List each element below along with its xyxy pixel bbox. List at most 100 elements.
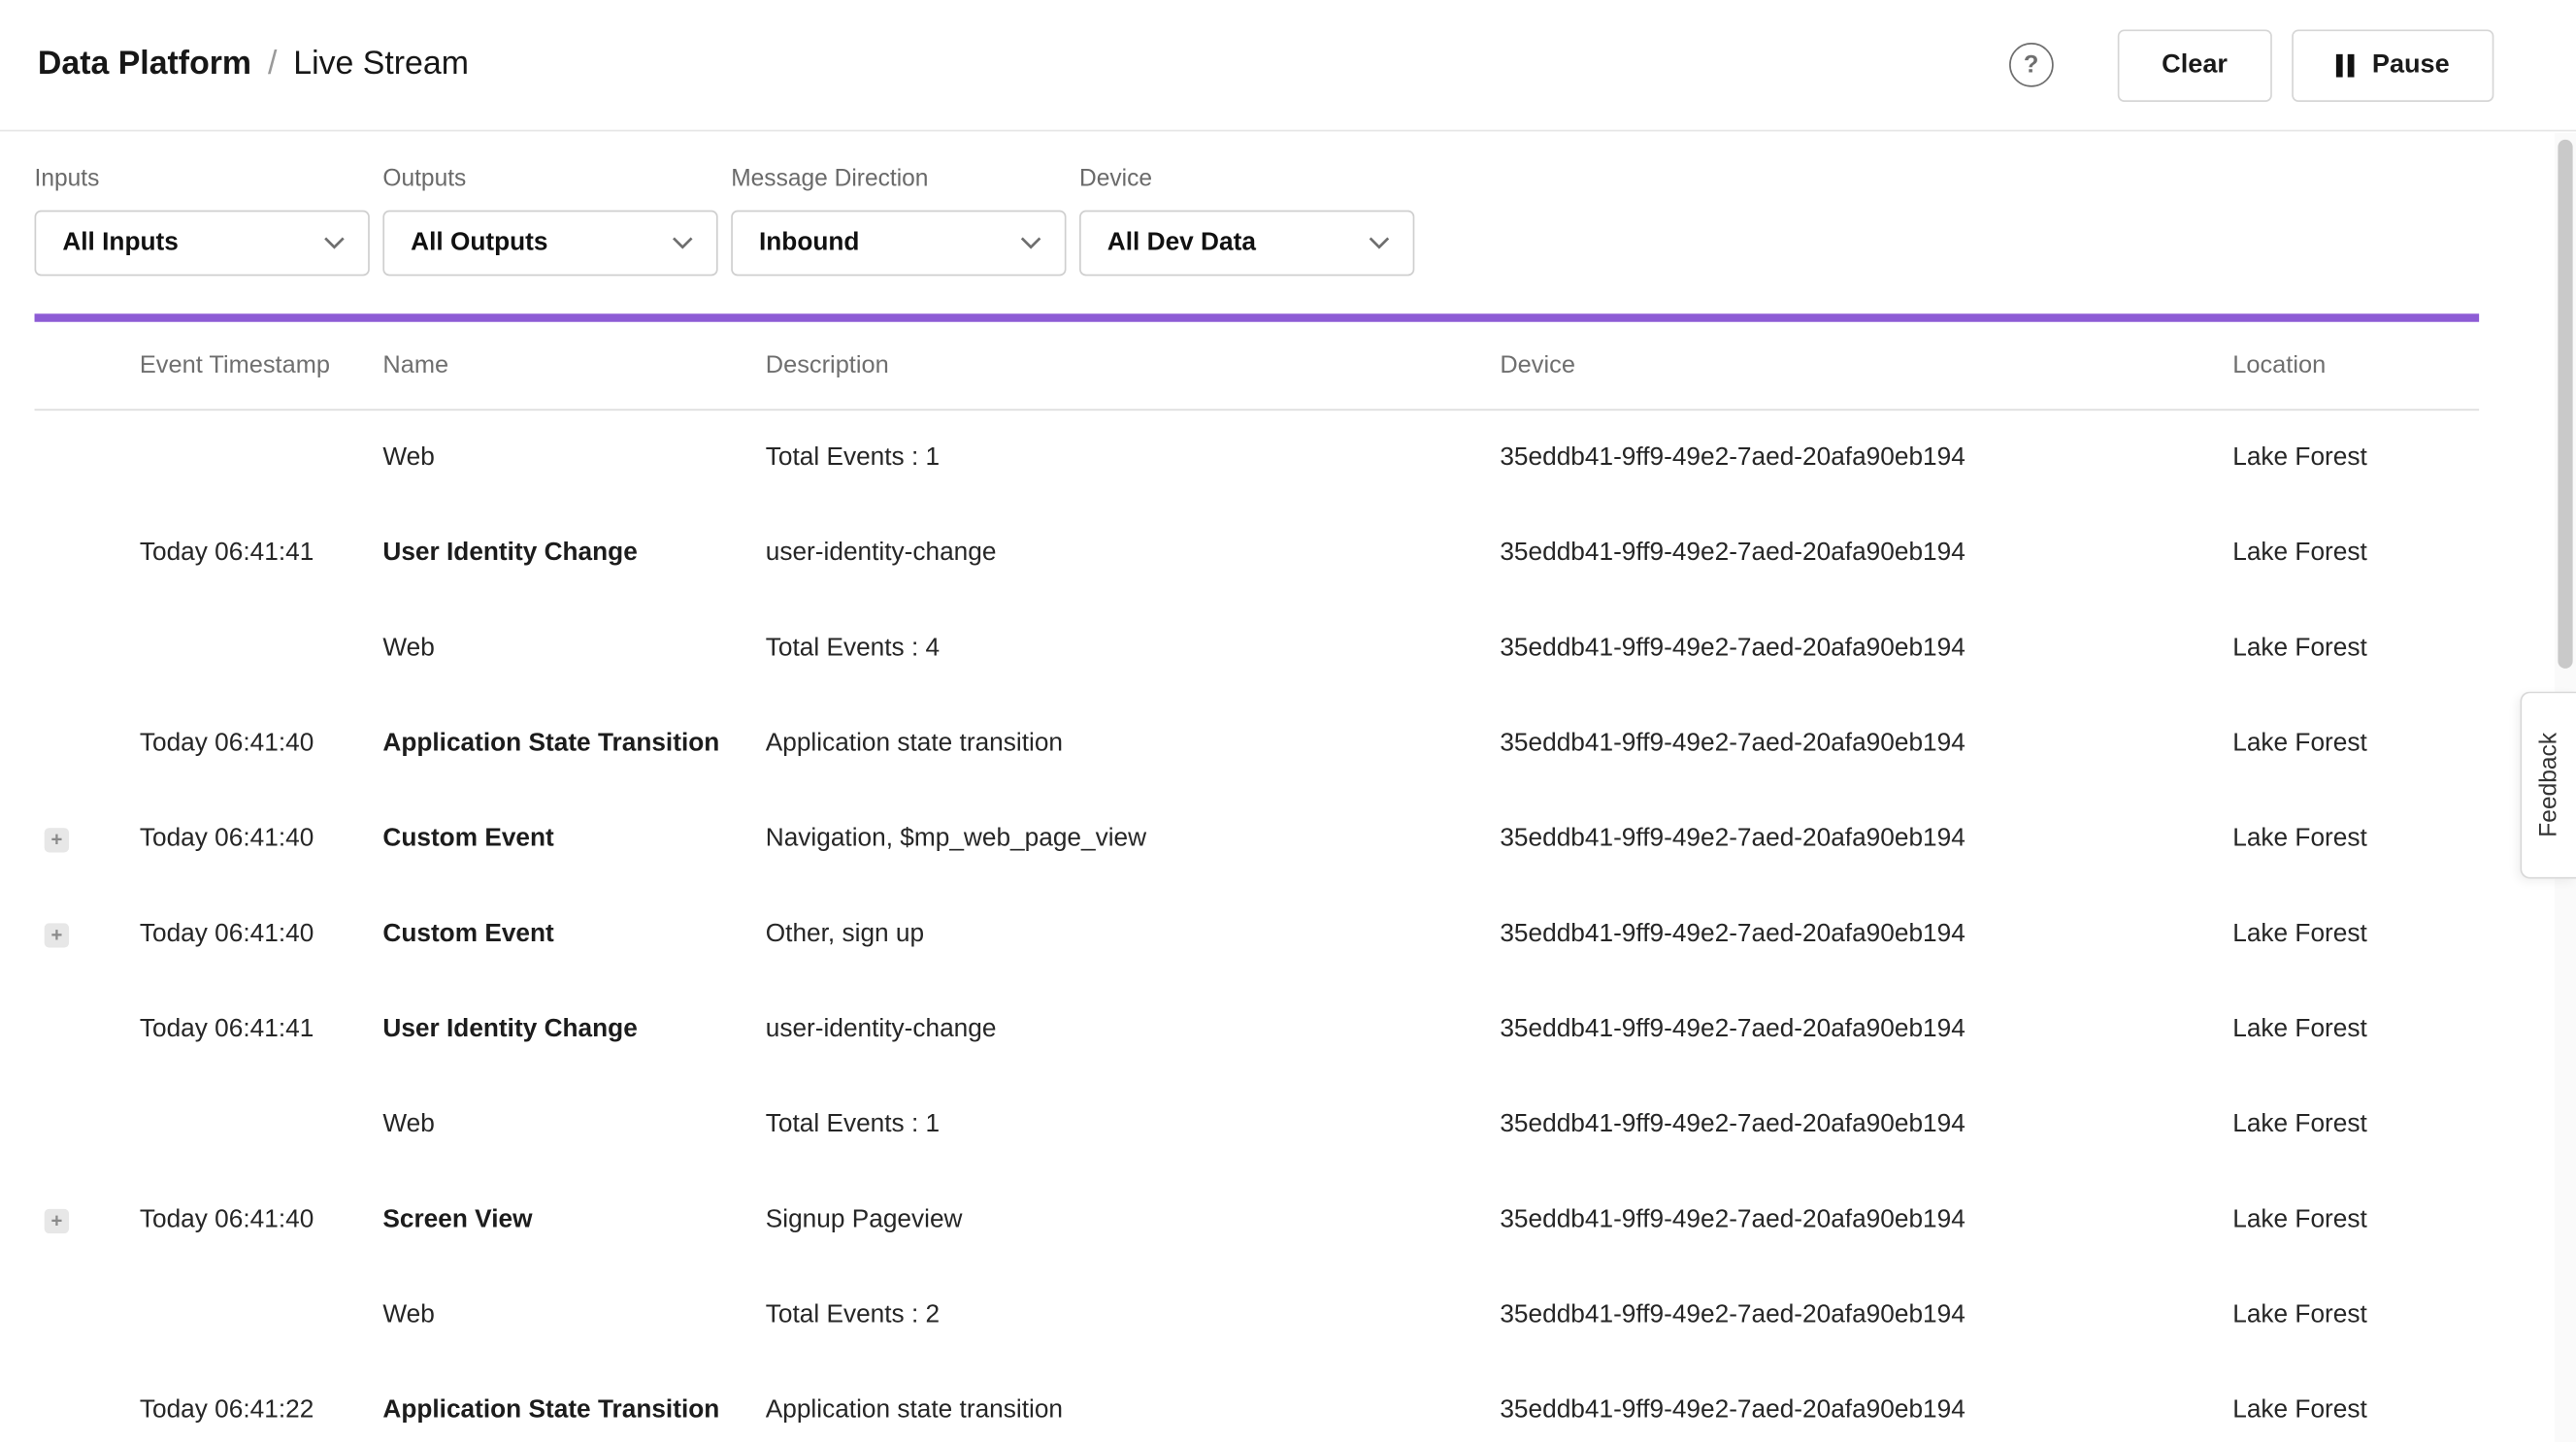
event-name-cell: Web [382, 1110, 765, 1139]
event-location-cell: Lake Forest [2232, 1301, 2479, 1330]
filter-group-message-direction: Message Direction Inbound [731, 166, 1066, 276]
device-filter-label: Device [1079, 166, 1414, 192]
stream-progress-bar [35, 313, 2480, 321]
breadcrumb-page-title: Live Stream [293, 46, 469, 83]
event-description-cell: Total Events : 1 [766, 1110, 1501, 1139]
expand-button[interactable]: + [45, 922, 69, 946]
table-row[interactable]: + Today 06:41:40 Custom Event Navigation… [35, 792, 2480, 887]
table-row[interactable]: + Web Total Events : 1 35eddb41-9ff9-49e… [35, 1077, 2480, 1172]
message-direction-filter-dropdown[interactable]: Inbound [731, 211, 1066, 277]
event-name-cell: Web [382, 634, 765, 663]
event-location-cell: Lake Forest [2232, 730, 2479, 759]
outputs-filter-label: Outputs [382, 166, 717, 192]
inputs-filter-dropdown[interactable]: All Inputs [35, 211, 370, 277]
feedback-tab[interactable]: Feedback [2520, 692, 2576, 879]
event-name-cell: Application State Transition [382, 1396, 765, 1426]
event-location-cell: Lake Forest [2232, 920, 2479, 949]
event-timestamp-cell: Today 06:41:41 [140, 1015, 383, 1044]
expand-cell: + [35, 1018, 140, 1042]
event-name-cell: Custom Event [382, 825, 765, 854]
pause-icon [2336, 53, 2355, 77]
timestamp-column-header: Event Timestamp [140, 351, 383, 379]
chevron-down-icon [1020, 237, 1041, 250]
help-icon-glyph: ? [2024, 50, 2039, 79]
expand-button[interactable]: + [45, 827, 69, 851]
event-device-cell: 35eddb41-9ff9-49e2-7aed-20afa90eb194 [1500, 1396, 2232, 1426]
event-description-cell: Total Events : 2 [766, 1301, 1501, 1330]
device-filter-value: All Dev Data [1107, 228, 1256, 257]
event-name-cell: Web [382, 1301, 765, 1330]
outputs-filter-dropdown[interactable]: All Outputs [382, 211, 717, 277]
event-timestamp-cell: Today 06:41:40 [140, 920, 383, 949]
table-row[interactable]: + Today 06:41:40 Application State Trans… [35, 697, 2480, 792]
event-device-cell: 35eddb41-9ff9-49e2-7aed-20afa90eb194 [1500, 730, 2232, 759]
table-row[interactable]: + Web Total Events : 4 35eddb41-9ff9-49e… [35, 601, 2480, 696]
event-device-cell: 35eddb41-9ff9-49e2-7aed-20afa90eb194 [1500, 1205, 2232, 1234]
event-location-cell: Lake Forest [2232, 1396, 2479, 1426]
filter-group-device: Device All Dev Data [1079, 166, 1414, 276]
expand-cell: + [35, 732, 140, 756]
filter-group-inputs: Inputs All Inputs [35, 166, 370, 276]
event-name-cell: Web [382, 443, 765, 473]
expand-button[interactable]: + [45, 1208, 69, 1232]
clear-button[interactable]: Clear [2117, 29, 2271, 101]
device-filter-dropdown[interactable]: All Dev Data [1079, 211, 1414, 277]
name-column-header: Name [382, 351, 765, 379]
table-row[interactable]: + Today 06:41:41 User Identity Change us… [35, 506, 2480, 601]
event-device-cell: 35eddb41-9ff9-49e2-7aed-20afa90eb194 [1500, 539, 2232, 568]
event-timestamp-cell: Today 06:41:40 [140, 730, 383, 759]
expand-cell: + [35, 637, 140, 661]
location-column-header: Location [2232, 351, 2479, 379]
topbar-actions: ? Clear Pause [2009, 29, 2494, 101]
table-row[interactable]: + Web Total Events : 2 35eddb41-9ff9-49e… [35, 1268, 2480, 1363]
event-description-cell: Total Events : 4 [766, 634, 1501, 663]
chevron-down-icon [323, 237, 345, 250]
event-location-cell: Lake Forest [2232, 539, 2479, 568]
event-timestamp-cell: Today 06:41:22 [140, 1396, 383, 1426]
event-timestamp-cell: Today 06:41:40 [140, 1205, 383, 1234]
expand-cell: + [35, 922, 140, 946]
expand-cell: + [35, 1113, 140, 1137]
event-device-cell: 35eddb41-9ff9-49e2-7aed-20afa90eb194 [1500, 920, 2232, 949]
help-icon[interactable]: ? [2009, 43, 2054, 87]
pause-button[interactable]: Pause [2292, 29, 2493, 101]
event-name-cell: User Identity Change [382, 539, 765, 568]
table-row[interactable]: + Today 06:41:22 Application State Trans… [35, 1363, 2480, 1442]
event-location-cell: Lake Forest [2232, 634, 2479, 663]
event-table: Event Timestamp Name Description Device … [35, 322, 2480, 1442]
event-description-cell: Application state transition [766, 730, 1501, 759]
event-description-cell: Signup Pageview [766, 1205, 1501, 1234]
filter-group-outputs: Outputs All Outputs [382, 166, 717, 276]
event-device-cell: 35eddb41-9ff9-49e2-7aed-20afa90eb194 [1500, 1015, 2232, 1044]
event-name-cell: User Identity Change [382, 1015, 765, 1044]
outputs-filter-value: All Outputs [411, 228, 547, 257]
event-table-body: + Web Total Events : 1 35eddb41-9ff9-49e… [35, 410, 2480, 1442]
table-row[interactable]: + Today 06:41:41 User Identity Change us… [35, 982, 2480, 1077]
event-device-cell: 35eddb41-9ff9-49e2-7aed-20afa90eb194 [1500, 634, 2232, 663]
top-bar: Data Platform / Live Stream ? Clear Paus… [0, 0, 2576, 131]
live-stream-page: Data Platform / Live Stream ? Clear Paus… [0, 0, 2576, 1442]
event-location-cell: Lake Forest [2232, 443, 2479, 473]
inputs-filter-label: Inputs [35, 166, 370, 192]
event-device-cell: 35eddb41-9ff9-49e2-7aed-20afa90eb194 [1500, 1110, 2232, 1139]
event-description-cell: Navigation, $mp_web_page_view [766, 825, 1501, 854]
event-device-cell: 35eddb41-9ff9-49e2-7aed-20afa90eb194 [1500, 1301, 2232, 1330]
pause-button-label: Pause [2372, 50, 2450, 80]
expand-cell: + [35, 827, 140, 851]
table-row[interactable]: + Web Total Events : 1 35eddb41-9ff9-49e… [35, 410, 2480, 506]
expand-cell: + [35, 541, 140, 566]
breadcrumb: Data Platform / Live Stream [38, 46, 469, 83]
event-description-cell: Other, sign up [766, 920, 1501, 949]
chevron-down-icon [672, 237, 693, 250]
expand-cell: + [35, 446, 140, 471]
breadcrumb-separator: / [268, 46, 277, 83]
event-device-cell: 35eddb41-9ff9-49e2-7aed-20afa90eb194 [1500, 825, 2232, 854]
table-row[interactable]: + Today 06:41:40 Custom Event Other, sig… [35, 887, 2480, 982]
expand-cell: + [35, 1398, 140, 1423]
scrollbar-thumb[interactable] [2558, 140, 2572, 669]
event-timestamp-cell: Today 06:41:40 [140, 825, 383, 854]
table-row[interactable]: + Today 06:41:40 Screen View Signup Page… [35, 1173, 2480, 1268]
breadcrumb-section[interactable]: Data Platform [38, 46, 251, 83]
event-timestamp-cell: Today 06:41:41 [140, 539, 383, 568]
event-location-cell: Lake Forest [2232, 1205, 2479, 1234]
